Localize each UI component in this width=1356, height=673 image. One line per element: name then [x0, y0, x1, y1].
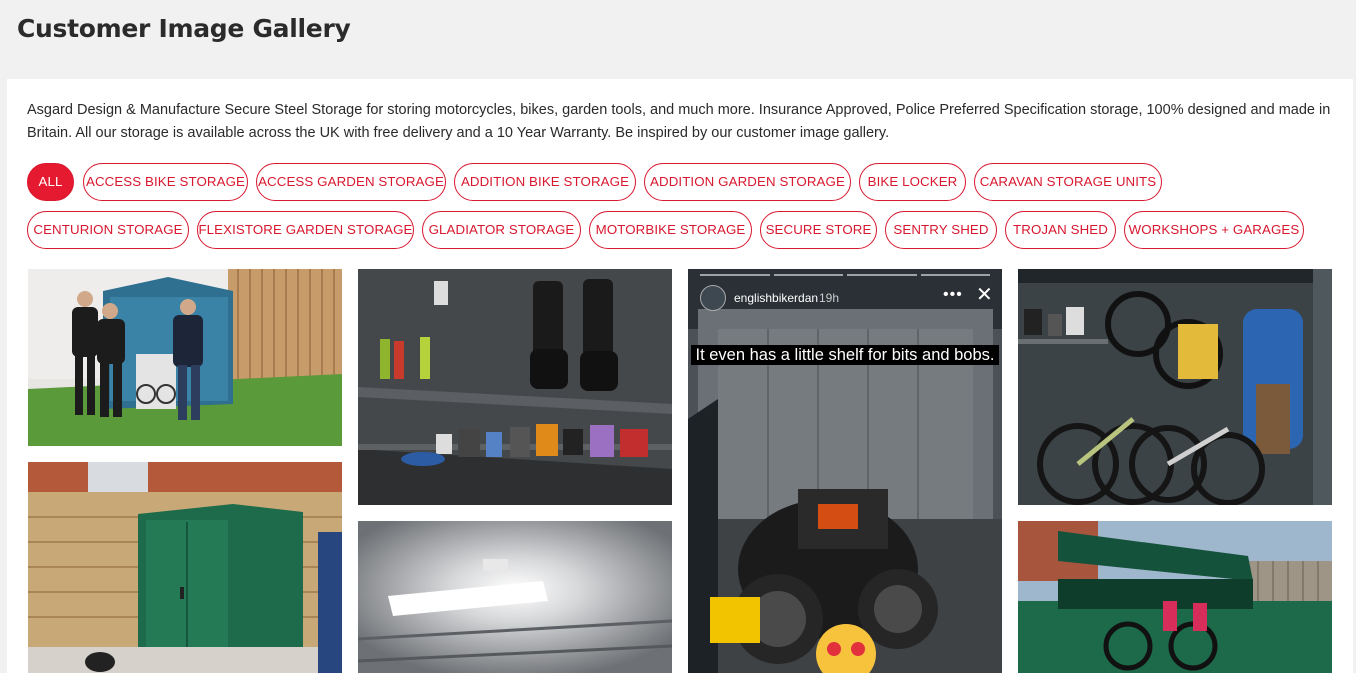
filter-bike-locker[interactable]: BIKE LOCKER [859, 163, 966, 201]
story-header: englishbikerdan 19h ••• ✕ [688, 269, 1002, 321]
filter-caravan-storage-units[interactable]: CARAVAN STORAGE UNITS [974, 163, 1162, 201]
avatar [700, 285, 726, 311]
filter-access-garden-storage[interactable]: ACCESS GARDEN STORAGE [256, 163, 446, 201]
gallery-image-shelf[interactable] [358, 269, 672, 505]
gallery-image-showroom[interactable] [28, 269, 342, 446]
gallery-image-green-shed[interactable] [28, 462, 342, 673]
filter-all[interactable]: ALL [27, 163, 74, 201]
close-icon: ✕ [976, 284, 993, 306]
story-username: englishbikerdan [734, 291, 819, 305]
filter-addition-garden-storage[interactable]: ADDITION GARDEN STORAGE [644, 163, 851, 201]
filter-centurion-storage[interactable]: CENTURION STORAGE [27, 211, 189, 249]
filter-sentry-shed[interactable]: SENTRY SHED [885, 211, 997, 249]
gallery-image-bike-wall[interactable] [1018, 269, 1332, 505]
gallery-image-shed-light[interactable] [358, 521, 672, 673]
gallery-image-story[interactable]: englishbikerdan 19h ••• ✕ It even has a … [688, 269, 1002, 673]
filter-motorbike-storage[interactable]: MOTORBIKE STORAGE [589, 211, 752, 249]
gallery-intro: Asgard Design & Manufacture Secure Steel… [27, 102, 1331, 141]
story-caption: It even has a little shelf for bits and … [688, 343, 1002, 367]
story-progress-bars [700, 274, 990, 276]
filter-workshops-garages[interactable]: WORKSHOPS + GARAGES [1124, 211, 1304, 249]
filter-gladiator-storage[interactable]: GLADIATOR STORAGE [422, 211, 581, 249]
filter-flexistore-garden-storage[interactable]: FLEXISTORE GARDEN STORAGE [197, 211, 414, 249]
story-time: 19h [819, 291, 840, 305]
filter-access-bike-storage[interactable]: ACCESS BIKE STORAGE [83, 163, 248, 201]
filter-trojan-shed[interactable]: TROJAN SHED [1005, 211, 1116, 249]
more-icon: ••• [943, 286, 963, 303]
story-caption-text: It even has a little shelf for bits and … [691, 345, 999, 365]
gallery-image-bike-locker[interactable] [1018, 521, 1332, 673]
filter-secure-store[interactable]: SECURE STORE [760, 211, 877, 249]
page-title: Customer Image Gallery [17, 14, 351, 43]
filter-addition-bike-storage[interactable]: ADDITION BIKE STORAGE [454, 163, 636, 201]
